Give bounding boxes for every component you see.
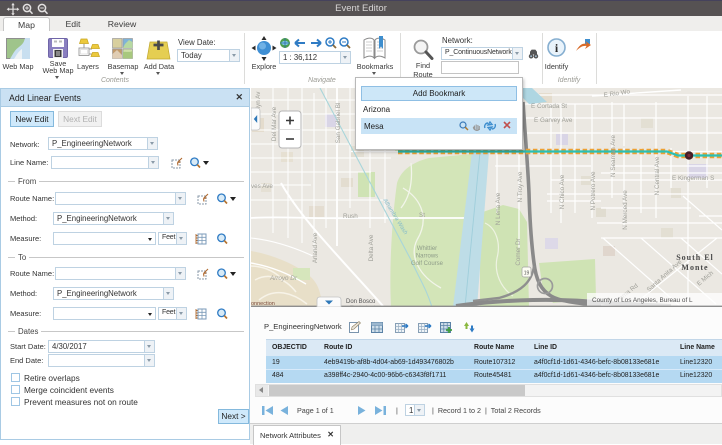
svg-text:E Kingerman S: E Kingerman S xyxy=(672,175,714,182)
svg-text:Arland Ave: Arland Ave xyxy=(312,232,319,263)
svg-text:St: St xyxy=(419,212,425,219)
svg-text:lyn Av: lyn Av xyxy=(255,91,262,109)
svg-text:South El: South El xyxy=(676,253,714,262)
svg-text:N Troy Ave: N Troy Ave xyxy=(517,171,524,202)
svg-text:San Gabriel Bl: San Gabriel Bl xyxy=(335,103,342,144)
svg-text:Delta Ave: Delta Ave xyxy=(368,234,375,261)
svg-text:E Cortada St: E Cortada St xyxy=(531,103,567,110)
svg-text:Monte: Monte xyxy=(681,263,708,272)
svg-text:Comer Dr: Comer Dr xyxy=(515,238,522,265)
svg-text:ves Ave: ves Ave xyxy=(251,183,273,190)
svg-text:E Garvey Ave: E Garvey Ave xyxy=(534,117,573,124)
svg-text:Whittier: Whittier xyxy=(417,246,437,252)
svg-text:County of Los Angeles, Bureau: County of Los Angeles, Bureau of L xyxy=(592,297,693,304)
svg-text:N Chico Ave: N Chico Ave xyxy=(559,174,566,209)
svg-text:19: 19 xyxy=(524,271,530,277)
svg-text:Don Bosco: Don Bosco xyxy=(346,299,376,305)
svg-text:Narrows: Narrows xyxy=(416,254,438,260)
svg-text:N Seaman Ave: N Seaman Ave xyxy=(610,135,617,177)
svg-text:Golf Course: Golf Course xyxy=(411,261,444,267)
svg-text:N Lena Ave: N Lena Ave xyxy=(495,192,502,225)
svg-text:N Central Ave: N Central Ave xyxy=(654,156,661,195)
svg-text:N Potrero Ave: N Potrero Ave xyxy=(590,171,597,211)
svg-text:Rush: Rush xyxy=(343,213,358,220)
svg-text:N Merced Ave: N Merced Ave xyxy=(622,190,629,230)
svg-text:Arroyo Dr: Arroyo Dr xyxy=(269,275,298,282)
svg-text:Del Mar Ave: Del Mar Ave xyxy=(271,106,278,141)
